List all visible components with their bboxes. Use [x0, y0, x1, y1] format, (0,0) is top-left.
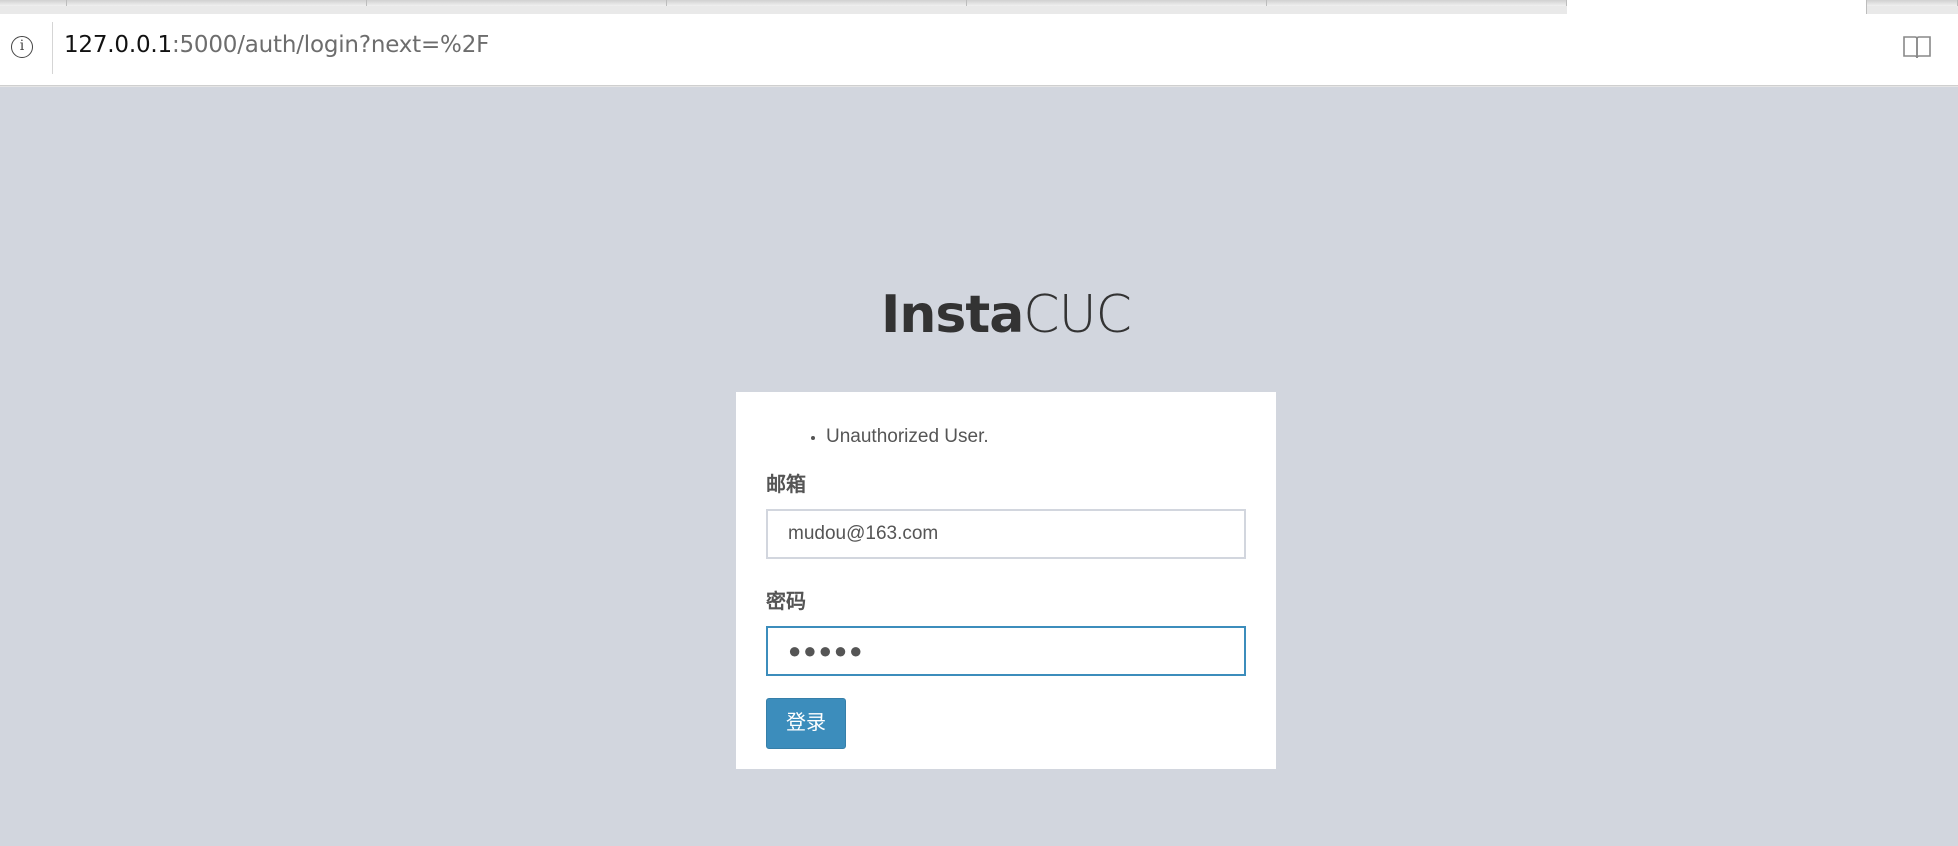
browser-tab[interactable] — [366, 0, 667, 6]
browser-tab[interactable] — [66, 0, 367, 6]
address-bar: i 127.0.0.1:5000/auth/login?next=%2F — [0, 14, 1958, 86]
browser-tab[interactable] — [1267, 0, 1568, 6]
error-list: Unauthorized User. — [766, 426, 1246, 448]
email-field[interactable]: mudou@163.com — [766, 509, 1246, 559]
address-separator — [52, 22, 53, 74]
brand-light: CUC — [1023, 285, 1132, 345]
browser-tab[interactable] — [666, 0, 968, 6]
browser-tab[interactable] — [1867, 0, 1958, 6]
browser-tab[interactable] — [967, 0, 1268, 6]
info-icon[interactable]: i — [11, 36, 33, 58]
browser-tab[interactable] — [0, 0, 67, 6]
login-box: Unauthorized User. 邮箱 mudou@163.com 密码 ●… — [736, 392, 1276, 769]
reader-view-icon[interactable] — [1902, 34, 1932, 60]
error-message: Unauthorized User. — [826, 426, 1246, 448]
brand-bold: Insta — [881, 285, 1024, 345]
login-button[interactable]: 登录 — [766, 698, 846, 749]
brand-logo: InstaCUC — [0, 285, 1958, 345]
password-field[interactable]: ●●●●● — [766, 626, 1246, 676]
browser-tab-active[interactable] — [1567, 0, 1868, 14]
url-host: 127.0.0.1 — [64, 32, 172, 58]
url-path: :5000/auth/login?next=%2F — [171, 32, 490, 58]
url-field[interactable]: 127.0.0.1:5000/auth/login?next=%2F — [64, 32, 489, 58]
browser-tab-strip — [0, 0, 1958, 15]
password-label: 密码 — [766, 591, 806, 613]
email-label: 邮箱 — [766, 474, 806, 496]
